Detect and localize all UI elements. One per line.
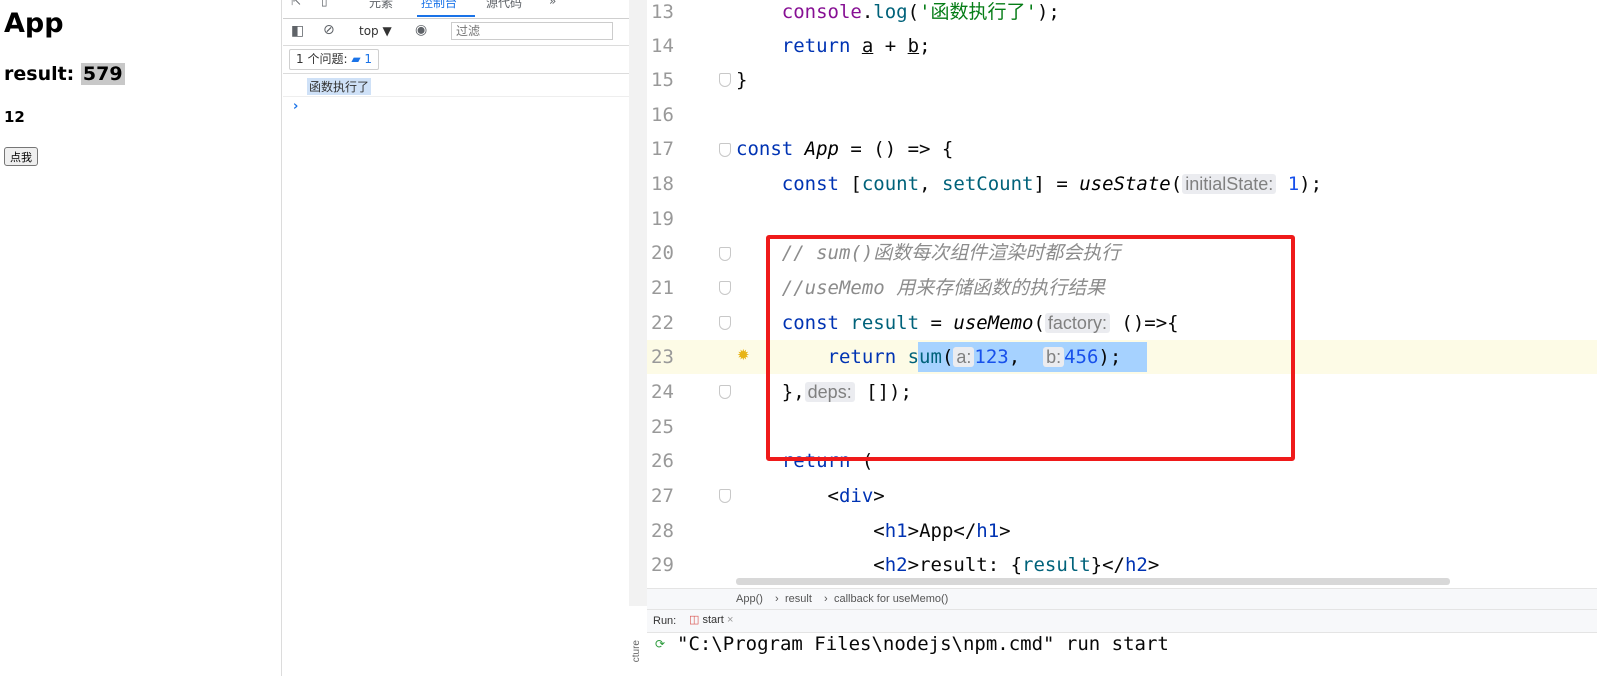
horizontal-scrollbar[interactable] bbox=[736, 578, 1450, 585]
tab-sources[interactable]: 源代码 bbox=[486, 0, 522, 11]
device-toggle-icon[interactable]: ▯ bbox=[321, 0, 328, 8]
fold-marker-icon[interactable] bbox=[719, 489, 731, 503]
line-number: 13 bbox=[651, 1, 674, 23]
param-hint: initialState: bbox=[1182, 174, 1277, 194]
line-number: 27 bbox=[651, 485, 674, 507]
breadcrumb-item[interactable]: result bbox=[785, 593, 812, 605]
line-number: 29 bbox=[651, 554, 674, 576]
breadcrumb-separator: › bbox=[824, 593, 828, 605]
line-number: 28 bbox=[651, 520, 674, 542]
annotation-highlight-box bbox=[766, 235, 1295, 461]
code-line-17[interactable]: const App = () => { bbox=[736, 132, 953, 166]
eye-icon[interactable]: ◉ bbox=[415, 22, 427, 38]
breadcrumb-separator: › bbox=[775, 593, 779, 605]
fold-marker-icon[interactable] bbox=[719, 73, 731, 87]
tab-elements[interactable]: 元素 bbox=[369, 0, 393, 11]
line-number: 21 bbox=[651, 277, 674, 299]
issues-count-badge: ▰ 1 bbox=[351, 52, 373, 66]
code-line-13[interactable]: console.log('函数执行了'); bbox=[736, 0, 1060, 29]
rerun-icon[interactable]: ⟳ bbox=[655, 637, 665, 651]
code-line-29[interactable]: <h2>result: {result}</h2> bbox=[736, 548, 1159, 582]
more-tabs-icon[interactable]: » bbox=[549, 0, 556, 8]
filter-input[interactable] bbox=[451, 22, 613, 40]
issues-count: 1 bbox=[364, 52, 373, 66]
fold-marker-icon[interactable] bbox=[719, 385, 731, 399]
fold-marker-icon[interactable] bbox=[719, 316, 731, 330]
breadcrumb-item[interactable]: callback for useMemo() bbox=[834, 593, 948, 605]
code-line-18[interactable]: const [count, setCount] = useState(initi… bbox=[736, 167, 1322, 201]
result-value: 579 bbox=[80, 63, 125, 85]
line-number: 14 bbox=[651, 35, 674, 57]
structure-tool-label[interactable]: cture bbox=[631, 640, 642, 662]
run-tool-bar: Run: ◫ start × bbox=[647, 609, 1597, 633]
line-number: 18 bbox=[651, 173, 674, 195]
run-label: Run: bbox=[653, 615, 677, 627]
code-line-15[interactable]: } bbox=[736, 63, 747, 97]
run-tab-start[interactable]: ◫ start × bbox=[689, 613, 733, 626]
line-number: 22 bbox=[651, 312, 674, 334]
breadcrumb: App() › result › callback for useMemo() bbox=[647, 588, 1597, 609]
console-toolbar: ◧ ⊘ top ▼ ◉ bbox=[283, 19, 629, 46]
click-me-button[interactable]: 点我 bbox=[4, 147, 38, 166]
line-number: 16 bbox=[651, 104, 674, 126]
log-message: 函数执行了 bbox=[307, 78, 372, 95]
console-log-row: 函数执行了 bbox=[283, 74, 629, 97]
context-selector[interactable]: top ▼ bbox=[359, 24, 392, 38]
close-icon[interactable]: × bbox=[727, 614, 733, 626]
issues-button[interactable]: 1 个问题: ▰ 1 bbox=[289, 49, 380, 70]
active-tab-indicator bbox=[417, 15, 475, 17]
page-title: App bbox=[4, 8, 64, 39]
code-line-27[interactable]: <div> bbox=[736, 479, 885, 513]
console-prompt-icon[interactable]: › bbox=[293, 99, 298, 114]
run-config-icon: ◫ bbox=[689, 614, 700, 626]
line-number: 24 bbox=[651, 381, 674, 403]
run-console-output: "C:\Program Files\nodejs\npm.cmd" run st… bbox=[677, 633, 1169, 655]
run-tab-label: start bbox=[702, 614, 724, 626]
app-preview-pane: App result: 579 12 点我 bbox=[0, 0, 282, 676]
code-line-14[interactable]: return a + b; bbox=[736, 29, 931, 63]
fold-marker-icon[interactable] bbox=[719, 281, 731, 295]
clear-console-icon[interactable]: ⊘ bbox=[323, 22, 335, 38]
fold-marker-icon[interactable] bbox=[719, 247, 731, 261]
line-number: 17 bbox=[651, 138, 674, 160]
devtools-tab-bar: ⇱ ▯ 元素 控制台 源代码 » bbox=[283, 0, 629, 19]
issues-label: 1 个问题: bbox=[296, 52, 348, 66]
result-label: result: bbox=[4, 63, 75, 85]
breadcrumb-item[interactable]: App() bbox=[736, 593, 763, 605]
tab-console[interactable]: 控制台 bbox=[421, 0, 457, 11]
line-number: 26 bbox=[651, 450, 674, 472]
line-number: 19 bbox=[651, 208, 674, 230]
line-number: 25 bbox=[651, 416, 674, 438]
line-number: 23 bbox=[651, 346, 674, 368]
sidebar-toggle-icon[interactable]: ◧ bbox=[291, 23, 304, 39]
code-line-28[interactable]: <h1>App</h1> bbox=[736, 514, 1010, 548]
code-editor: 13 14 15 16 17 18 19 20 21 22 23 24 25 2… bbox=[629, 0, 1597, 676]
count-text: 12 bbox=[4, 108, 25, 126]
issues-bar: 1 个问题: ▰ 1 bbox=[283, 46, 629, 74]
line-number: 15 bbox=[651, 69, 674, 91]
inspect-icon[interactable]: ⇱ bbox=[291, 0, 301, 8]
project-tool-strip[interactable] bbox=[629, 0, 648, 606]
line-number: 20 bbox=[651, 242, 674, 264]
fold-marker-icon[interactable] bbox=[719, 143, 731, 157]
devtools-panel: ⇱ ▯ 元素 控制台 源代码 » ◧ ⊘ top ▼ ◉ 1 个问题: ▰ 1 … bbox=[283, 0, 629, 676]
result-heading: result: 579 bbox=[4, 63, 125, 85]
